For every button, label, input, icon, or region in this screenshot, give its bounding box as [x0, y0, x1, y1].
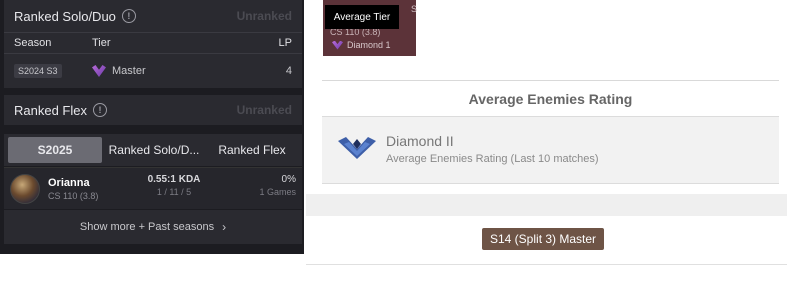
- tab-ranked-flex[interactable]: Ranked Flex: [206, 137, 298, 163]
- ranked-panel: Ranked Solo/Duo ! Unranked Season Tier L…: [0, 0, 304, 254]
- chevron-right-icon: ›: [222, 220, 227, 234]
- games-count: 1 Games: [259, 187, 296, 197]
- ranked-flex-status: Unranked: [236, 103, 292, 117]
- col-season: Season: [14, 37, 52, 49]
- ranked-solo-status: Unranked: [236, 9, 292, 23]
- average-rating-box: Diamond II Average Enemies Rating (Last …: [322, 116, 779, 184]
- season-badge: S2024 S3: [14, 64, 62, 78]
- ranked-solo-title: Ranked Solo/Duo: [14, 8, 116, 24]
- mini-card-tier-label: Diamond 1: [347, 40, 391, 50]
- master-emblem-icon: [92, 65, 106, 77]
- average-enemies-panel: Average Enemies Rating Diamond II Averag…: [306, 80, 787, 265]
- champion-name: Orianna: [48, 176, 90, 189]
- tier-label: Master: [112, 65, 146, 77]
- champion-avatar: [10, 173, 40, 204]
- average-tier-tooltip: Average Tier: [325, 5, 399, 29]
- diamond-emblem-icon: [338, 137, 376, 159]
- table-row: S2024 S3 Master 4: [4, 54, 302, 88]
- winrate-block: 0% 1 Games: [259, 174, 296, 197]
- diamond-emblem-icon: [332, 40, 343, 50]
- col-tier: Tier: [92, 37, 111, 49]
- past-season-badge: S14 (Split 3) Master: [482, 228, 605, 250]
- ranked-solo-title-wrap: Ranked Solo/Duo !: [14, 9, 136, 24]
- show-more-label: Show more + Past seasons: [79, 221, 215, 233]
- info-icon[interactable]: !: [92, 103, 107, 117]
- winrate-value: 0%: [281, 174, 296, 185]
- ranked-solo-header: Ranked Solo/Duo ! Unranked: [4, 0, 302, 32]
- average-subtitle: Average Enemies Rating (Last 10 matches): [386, 153, 599, 165]
- ranked-flex-title: Ranked Flex: [14, 102, 87, 118]
- info-icon[interactable]: !: [121, 9, 136, 23]
- ranked-flex-card: Ranked Flex ! Unranked: [4, 95, 302, 125]
- champion-row[interactable]: Orianna CS 110 (3.8) 0.55:1 KDA 1 / 11 /…: [4, 167, 302, 209]
- kda-value: 0.55:1 KDA: [147, 174, 201, 185]
- mini-card-tier: Diamond 1: [332, 40, 391, 50]
- col-lp: LP: [278, 37, 292, 49]
- tab-ranked-solo[interactable]: Ranked Solo/D...: [102, 137, 206, 163]
- champion-cs: CS 110 (3.8): [48, 190, 99, 201]
- queue-tabs: S2025 Ranked Solo/D... Ranked Flex: [4, 134, 302, 166]
- average-heading: Average Enemies Rating: [322, 80, 779, 116]
- season-table-header: Season Tier LP: [4, 32, 302, 54]
- kda-block: 0.55:1 KDA 1 / 11 / 5: [142, 174, 206, 197]
- lp-value: 4: [285, 65, 292, 77]
- champion-info: Orianna CS 110 (3.8): [48, 177, 98, 201]
- average-tier: Diamond II: [386, 133, 454, 149]
- kda-detail: 1 / 11 / 5: [156, 187, 192, 197]
- screen: Ranked Solo/Duo ! Unranked Season Tier L…: [0, 0, 811, 282]
- mini-card-cutoff-text: S: [411, 4, 418, 14]
- show-more-button[interactable]: Show more + Past seasons ›: [4, 210, 302, 244]
- ranked-flex-title-wrap: Ranked Flex !: [14, 103, 107, 118]
- section-divider: [306, 194, 787, 216]
- tab-s2025[interactable]: S2025: [8, 137, 102, 163]
- divider-line: [306, 264, 787, 265]
- ranked-flex-header: Ranked Flex ! Unranked: [4, 95, 302, 125]
- ranked-solo-card: Ranked Solo/Duo ! Unranked Season Tier L…: [4, 0, 302, 88]
